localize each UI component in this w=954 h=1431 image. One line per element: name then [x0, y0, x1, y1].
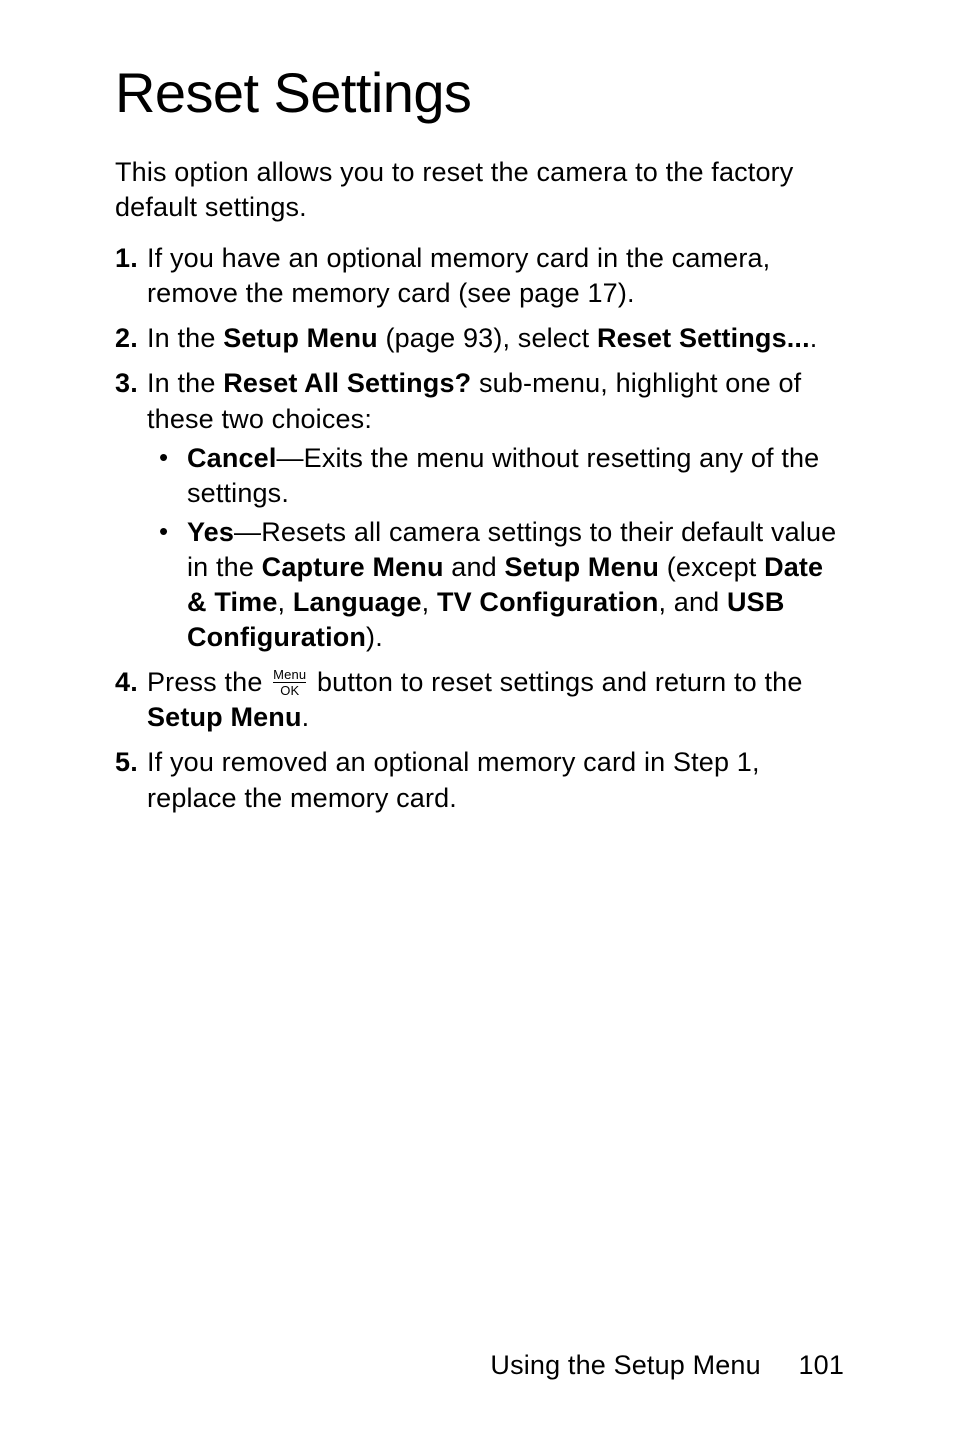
bullet-yes-bold: Yes	[187, 517, 234, 547]
menu-ok-icon: MenuOK	[273, 668, 306, 697]
bullet-yes-text-h: ,	[278, 587, 293, 617]
step-4-text-b: button to reset settings and return to t…	[309, 667, 802, 697]
step-2-bold-reset: Reset Settings...	[597, 323, 810, 353]
bullet-yes-text-n: ).	[366, 622, 383, 652]
menu-icon-top: Menu	[273, 668, 306, 683]
step-2-text-e: .	[810, 323, 818, 353]
step-5-text: If you removed an optional memory card i…	[147, 747, 760, 812]
step-3-bold-reset-all: Reset All Settings?	[223, 368, 471, 398]
bullet-cancel-bold: Cancel	[187, 443, 277, 473]
bullet-yes-text-d: and	[444, 552, 505, 582]
step-3-text-a: In the	[147, 368, 223, 398]
bullet-cancel-text: —Exits the menu without resetting any of…	[187, 443, 819, 508]
bullet-yes-tv: TV Configuration	[437, 587, 659, 617]
step-4-text-d: .	[302, 702, 310, 732]
bullet-yes-capture: Capture Menu	[262, 552, 444, 582]
step-5: If you removed an optional memory card i…	[115, 745, 844, 815]
intro-text: This option allows you to reset the came…	[115, 155, 844, 225]
bullet-yes-language: Language	[293, 587, 422, 617]
step-2-text-c: (page 93), select	[378, 323, 597, 353]
page-footer: Using the Setup Menu 101	[490, 1350, 844, 1381]
bullet-yes-text-l: , and	[658, 587, 727, 617]
step-3-bullet-yes: Yes—Resets all camera settings to their …	[147, 515, 844, 655]
steps-list: If you have an optional memory card in t…	[115, 241, 844, 815]
step-4-bold-setup: Setup Menu	[147, 702, 302, 732]
step-4-text-a: Press the	[147, 667, 270, 697]
step-2: In the Setup Menu (page 93), select Rese…	[115, 321, 844, 356]
step-4: Press the MenuOK button to reset setting…	[115, 665, 844, 735]
step-3: In the Reset All Settings? sub-menu, hig…	[115, 366, 844, 655]
menu-icon-bottom: OK	[273, 684, 306, 697]
footer-section: Using the Setup Menu	[490, 1350, 760, 1380]
bullet-yes-text-j: ,	[422, 587, 437, 617]
step-2-bold-setup: Setup Menu	[223, 323, 378, 353]
bullet-yes-setup: Setup Menu	[504, 552, 659, 582]
step-3-sublist: Cancel—Exits the menu without resetting …	[147, 441, 844, 656]
step-2-text-a: In the	[147, 323, 223, 353]
step-3-bullet-cancel: Cancel—Exits the menu without resetting …	[147, 441, 844, 511]
footer-page-number: 101	[798, 1350, 844, 1380]
page-title: Reset Settings	[115, 60, 844, 125]
step-1-text: If you have an optional memory card in t…	[147, 243, 770, 308]
bullet-yes-text-f: (except	[659, 552, 764, 582]
step-1: If you have an optional memory card in t…	[115, 241, 844, 311]
